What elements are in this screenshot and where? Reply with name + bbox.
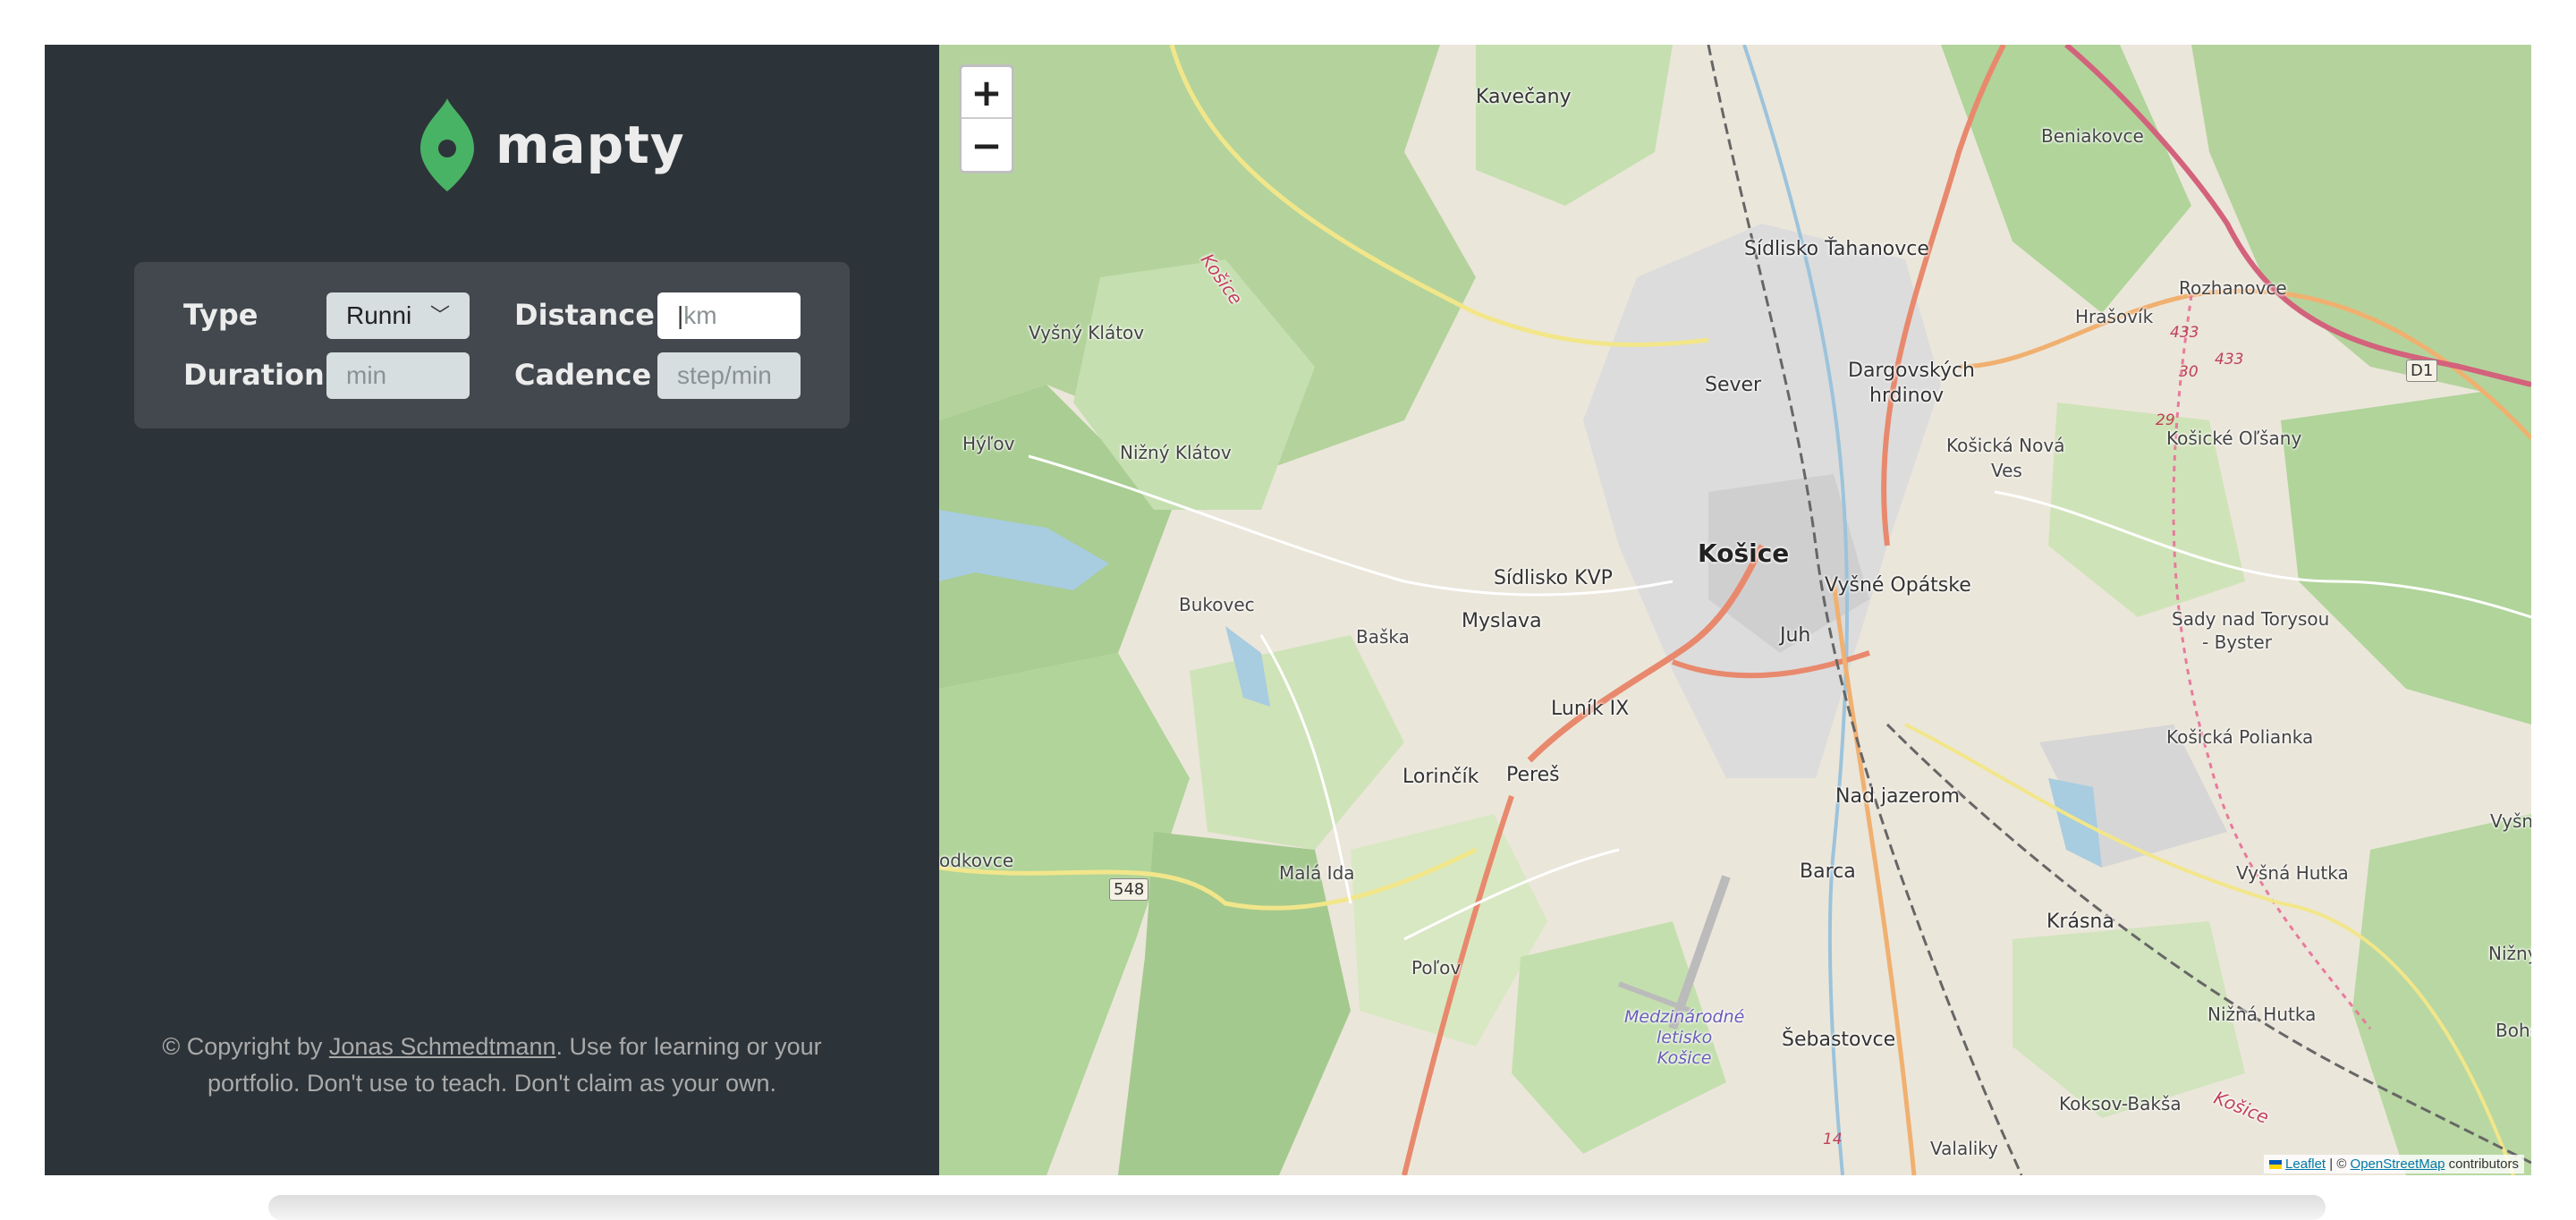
map-place-label: Baška (1356, 626, 1410, 648)
map-place-label: Beniakovce (2041, 125, 2144, 147)
map-place-label: Juh (1780, 624, 1811, 647)
map-place-label: Košická Polianka (2166, 726, 2314, 748)
cadence-label: Cadence (514, 358, 652, 392)
map-place-label: Krásna (2046, 911, 2114, 933)
map-place-label: Bohdan (2496, 1020, 2531, 1041)
map-place-label: Luník IX (1551, 698, 1630, 720)
sidebar: mapty Type Runni ﹀ Distance |km Duration… (45, 45, 939, 1175)
map-place-label: Vyšný Klátov (1029, 322, 1145, 343)
map-place-label: Vyšný (2490, 810, 2531, 832)
map-place-label: Nižný Klátov (1120, 442, 1232, 463)
distance-label: Distance (514, 298, 655, 332)
map-place-label: Košice (1698, 538, 1790, 568)
map-place-label: Koksov-Bakša (2059, 1093, 2182, 1114)
map-place-label: Lorinčík (1402, 766, 1479, 788)
cadence-placeholder: step/min (677, 361, 772, 389)
map-place-label: Kavečany (1476, 86, 1572, 108)
map-place-label: Nad jazerom (1835, 785, 1961, 808)
map-place-label: odkovce (939, 850, 1014, 871)
openstreetmap-link[interactable]: OpenStreetMap (2351, 1156, 2445, 1172)
road-number: 29 (2156, 411, 2175, 429)
map-place-label: Sever (1705, 374, 1762, 396)
road-number: 14 (1823, 1131, 1843, 1148)
map-place-label: hrdinov (1869, 385, 1945, 407)
map[interactable]: + − Kavečany Beniakovce Sídlisko Ťahanov… (939, 45, 2531, 1175)
map-place-label: Pereš (1506, 764, 1560, 786)
map-place-label: Barca (1800, 860, 1856, 883)
chevron-down-icon: ﹀ (429, 304, 450, 326)
map-place-label: Sídlisko Ťahanovce (1744, 238, 1929, 260)
zoom-control: + − (959, 64, 1014, 174)
map-place-label: Vyšné Opátske (1825, 574, 1971, 597)
author-link[interactable]: Jonas Schmedtmann (329, 1033, 556, 1060)
map-place-label: Poľov (1411, 957, 1462, 979)
type-label: Type (183, 298, 258, 332)
map-pin-icon (420, 98, 474, 191)
road-number: 433 (2215, 351, 2244, 369)
map-place-label: Ves (1991, 460, 2022, 481)
logo-text: mapty (496, 114, 685, 175)
distance-placeholder: km (683, 301, 717, 329)
airport-label: Medzinárodné letisko Košice (1624, 1007, 1745, 1068)
road-number: 30 (2179, 363, 2199, 381)
map-place-label: Valaliky (1930, 1138, 1999, 1159)
logo: mapty (420, 98, 685, 191)
duration-placeholder: min (346, 361, 387, 389)
duration-input[interactable]: min (326, 352, 470, 399)
map-place-label: Myslava (1462, 610, 1542, 632)
map-place-label: Nižný (2488, 943, 2531, 964)
leaflet-link[interactable]: Leaflet (2285, 1156, 2326, 1172)
map-place-label: Hrašovík (2075, 306, 2154, 327)
map-attribution: Leaflet | © OpenStreetMap contributors (2263, 1155, 2524, 1173)
map-place-label: Hýľov (962, 433, 1015, 454)
map-place-label: Vyšná Hutka (2236, 862, 2349, 884)
zoom-out-button[interactable]: − (962, 119, 1012, 171)
road-badge: 548 (1109, 878, 1149, 901)
copyright-text: © Copyright by Jonas Schmedtmann. Use fo… (162, 1033, 822, 1097)
map-place-label: Košické Oľšany (2166, 428, 2302, 449)
cadence-input[interactable]: step/min (657, 352, 801, 399)
map-place-label: Šebastovce (1782, 1029, 1896, 1051)
road-number: 433 (2170, 324, 2199, 342)
map-place-label: Sady nad Torysou (2172, 608, 2330, 630)
map-place-label: Košická Nová (1946, 435, 2065, 456)
map-place-label: Nižná Hutka (2207, 1004, 2317, 1025)
workout-form: Type Runni ﹀ Distance |km Duration min C… (134, 262, 850, 428)
duration-label: Duration (183, 358, 325, 392)
distance-input[interactable]: |km (657, 292, 801, 339)
app-container: mapty Type Runni ﹀ Distance |km Duration… (45, 45, 2531, 1175)
type-select-value: Runni (346, 301, 412, 329)
road-badge: D1 (2406, 360, 2438, 382)
zoom-in-button[interactable]: + (962, 67, 1012, 119)
ukraine-flag-icon (2268, 1160, 2282, 1170)
map-place-label: - Byster (2202, 631, 2272, 653)
map-place-label: Sídlisko KVP (1494, 567, 1613, 589)
map-place-label: Malá Ida (1279, 862, 1355, 884)
map-place-label: Dargovských (1848, 360, 1976, 382)
map-place-label: Bukovec (1179, 594, 1255, 615)
type-select[interactable]: Runni ﹀ (326, 292, 470, 339)
window-shadow (268, 1195, 2326, 1220)
map-place-label: Rozhanovce (2179, 277, 2287, 299)
